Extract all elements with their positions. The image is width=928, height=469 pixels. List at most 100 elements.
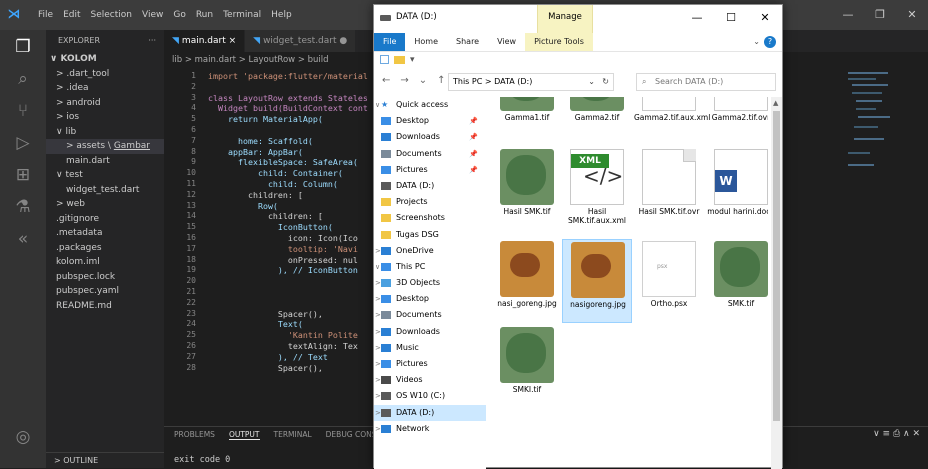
tree-item[interactable]: .gitignore bbox=[46, 212, 164, 227]
nav-item-data-d-[interactable]: DATA (D:) bbox=[374, 178, 486, 194]
menu-item-selection[interactable]: Selection bbox=[91, 10, 132, 20]
nav-item-tugas-dsg[interactable]: Tugas DSG bbox=[374, 227, 486, 243]
expand-arrow-icon[interactable]: > bbox=[375, 243, 381, 259]
refresh-icon[interactable]: ↻ bbox=[602, 74, 609, 90]
minimize-icon[interactable]: — bbox=[832, 0, 864, 30]
tree-item[interactable]: > assets \ Gambar bbox=[46, 139, 164, 154]
tree-item[interactable]: README.md bbox=[46, 299, 164, 314]
vertical-scrollbar[interactable]: ▲ bbox=[771, 97, 782, 469]
ribbon-tab-file[interactable]: File bbox=[374, 33, 406, 51]
expand-arrow-icon[interactable]: > bbox=[375, 324, 381, 340]
nav-item-os-w10-c-[interactable]: > OS W10 (C:) bbox=[374, 388, 486, 404]
file-tile[interactable]: Gamma2.tif bbox=[562, 97, 632, 137]
tree-item[interactable]: main.dart bbox=[46, 154, 164, 169]
expand-arrow-icon[interactable]: ∨ bbox=[375, 259, 380, 275]
panel-tab-problems[interactable]: PROBLEMS bbox=[174, 430, 215, 440]
panel-tab-output[interactable]: OUTPUT bbox=[228, 430, 260, 440]
explorer-icon[interactable]: ❐ bbox=[12, 36, 34, 58]
expand-ribbon-icon[interactable]: ⌄ bbox=[753, 33, 760, 51]
help-icon[interactable]: ? bbox=[764, 36, 776, 48]
restore-icon[interactable]: ❐ bbox=[864, 0, 896, 30]
close-icon[interactable]: ✕ bbox=[896, 0, 928, 30]
tree-item[interactable]: widget_test.dart bbox=[46, 183, 164, 198]
search-icon[interactable]: ⌕ bbox=[12, 68, 34, 90]
file-tile[interactable]: Gamma2.tif.aux.xml bbox=[634, 97, 710, 137]
customize-toolbar-icon[interactable]: ▾ bbox=[410, 55, 415, 65]
nav-item-3d-objects[interactable]: >3D Objects bbox=[374, 275, 486, 291]
file-tile[interactable]: nasi_goreng.jpg bbox=[492, 239, 562, 323]
expand-arrow-icon[interactable]: > bbox=[375, 291, 381, 307]
file-tile[interactable]: nasigoreng.jpg bbox=[562, 239, 632, 323]
tree-item[interactable]: > .idea bbox=[46, 81, 164, 96]
properties-icon[interactable] bbox=[380, 55, 389, 64]
expand-arrow-icon[interactable]: > bbox=[375, 356, 381, 372]
nav-item-network[interactable]: > Network bbox=[374, 421, 486, 437]
scroll-up-icon[interactable]: ▲ bbox=[773, 99, 778, 107]
menu-item-view[interactable]: View bbox=[142, 10, 163, 20]
panel-tools[interactable]: ∨ ≡ ⎙ ∧ ✕ bbox=[873, 429, 920, 439]
menu-item-help[interactable]: Help bbox=[271, 10, 292, 20]
file-tile[interactable]: SMK.tif bbox=[706, 239, 768, 323]
file-tile[interactable]: Gamma2.tif.ovr bbox=[706, 97, 768, 137]
file-tile[interactable]: Wmodul harini.docx bbox=[706, 147, 768, 231]
ribbon-tab-share[interactable]: Share bbox=[447, 33, 488, 51]
menu-item-terminal[interactable]: Terminal bbox=[223, 10, 261, 20]
file-tile[interactable]: XML </> Hasil SMK.tif.aux.xml bbox=[562, 147, 632, 231]
forward-icon[interactable]: → bbox=[400, 75, 408, 86]
expand-arrow-icon[interactable]: ∨ bbox=[375, 97, 380, 113]
expand-arrow-icon[interactable]: > bbox=[375, 372, 381, 388]
scroll-thumb[interactable] bbox=[773, 111, 780, 421]
flutter-icon[interactable]: « bbox=[12, 228, 34, 250]
expand-arrow-icon[interactable]: > bbox=[375, 388, 381, 404]
nav-item-data-d-[interactable]: > DATA (D:) bbox=[374, 404, 486, 421]
tree-item[interactable]: > .dart_tool bbox=[46, 67, 164, 82]
nav-item-music[interactable]: > Music bbox=[374, 340, 486, 356]
file-tile[interactable]: SMKI.tif bbox=[492, 325, 562, 409]
nav-item-documents[interactable]: Documents 📌 bbox=[374, 146, 486, 162]
menu-item-edit[interactable]: Edit bbox=[63, 10, 80, 20]
tree-item[interactable]: pubspec.yaml bbox=[46, 284, 164, 299]
tree-item[interactable]: > android bbox=[46, 96, 164, 111]
nav-item-pictures[interactable]: > Pictures bbox=[374, 356, 486, 372]
more-actions-icon[interactable]: ··· bbox=[148, 30, 156, 52]
ribbon-tab-picture-tools[interactable]: Picture Tools bbox=[525, 33, 593, 51]
expand-arrow-icon[interactable]: > bbox=[375, 405, 381, 421]
nav-item-desktop[interactable]: > Desktop bbox=[374, 291, 486, 307]
tree-item[interactable]: .metadata bbox=[46, 226, 164, 241]
nav-item-pictures[interactable]: Pictures 📌 bbox=[374, 162, 486, 178]
nav-item-projects[interactable]: Projects bbox=[374, 194, 486, 210]
file-tile[interactable]: Hasil SMK.tif.ovr bbox=[634, 147, 704, 231]
back-icon[interactable]: ← bbox=[382, 75, 390, 86]
tree-item[interactable]: .packages bbox=[46, 241, 164, 256]
tree-item[interactable]: pubspec.lock bbox=[46, 270, 164, 285]
ribbon-tab-home[interactable]: Home bbox=[405, 33, 447, 51]
editor-tab[interactable]: ◥ main.dart × bbox=[164, 30, 246, 52]
expand-arrow-icon[interactable]: > bbox=[375, 275, 381, 291]
editor-tab[interactable]: ◥ widget_test.dart ● bbox=[245, 30, 357, 52]
minimap[interactable] bbox=[844, 68, 914, 188]
chevron-down-icon[interactable]: ⌄ bbox=[588, 74, 595, 90]
panel-tab-terminal[interactable]: TERMINAL bbox=[274, 430, 312, 440]
minimize-icon[interactable]: — bbox=[680, 5, 714, 31]
nav-item-desktop[interactable]: Desktop 📌 bbox=[374, 113, 486, 129]
nav-item-downloads[interactable]: > Downloads bbox=[374, 324, 486, 340]
maximize-icon[interactable]: ☐ bbox=[714, 5, 748, 31]
nav-item-documents[interactable]: > Documents bbox=[374, 307, 486, 323]
tree-item[interactable]: ∨ lib bbox=[46, 125, 164, 140]
nav-item-videos[interactable]: > Videos bbox=[374, 372, 486, 388]
nav-item-onedrive[interactable]: > OneDrive bbox=[374, 243, 486, 259]
new-folder-icon[interactable] bbox=[394, 55, 405, 64]
testing-icon[interactable]: ⚗ bbox=[12, 196, 34, 218]
menu-item-go[interactable]: Go bbox=[173, 10, 185, 20]
outline-section[interactable]: > OUTLINE bbox=[46, 452, 164, 468]
address-bar[interactable]: This PC > DATA (D:) ⌄ ↻ bbox=[448, 73, 614, 91]
tab-close-icon[interactable]: ● bbox=[337, 36, 347, 46]
up-icon[interactable]: ↑ bbox=[437, 75, 445, 86]
run-debug-icon[interactable]: ▷ bbox=[12, 132, 34, 154]
recent-locations-icon[interactable]: ⌄ bbox=[419, 75, 427, 86]
extensions-icon[interactable]: ⊞ bbox=[12, 164, 34, 186]
nav-item-screenshots[interactable]: Screenshots bbox=[374, 210, 486, 226]
search-input[interactable]: ⌕ Search DATA (D:) bbox=[636, 73, 776, 91]
file-tile[interactable]: Hasil SMK.tif bbox=[492, 147, 562, 231]
expand-arrow-icon[interactable]: > bbox=[375, 421, 381, 437]
